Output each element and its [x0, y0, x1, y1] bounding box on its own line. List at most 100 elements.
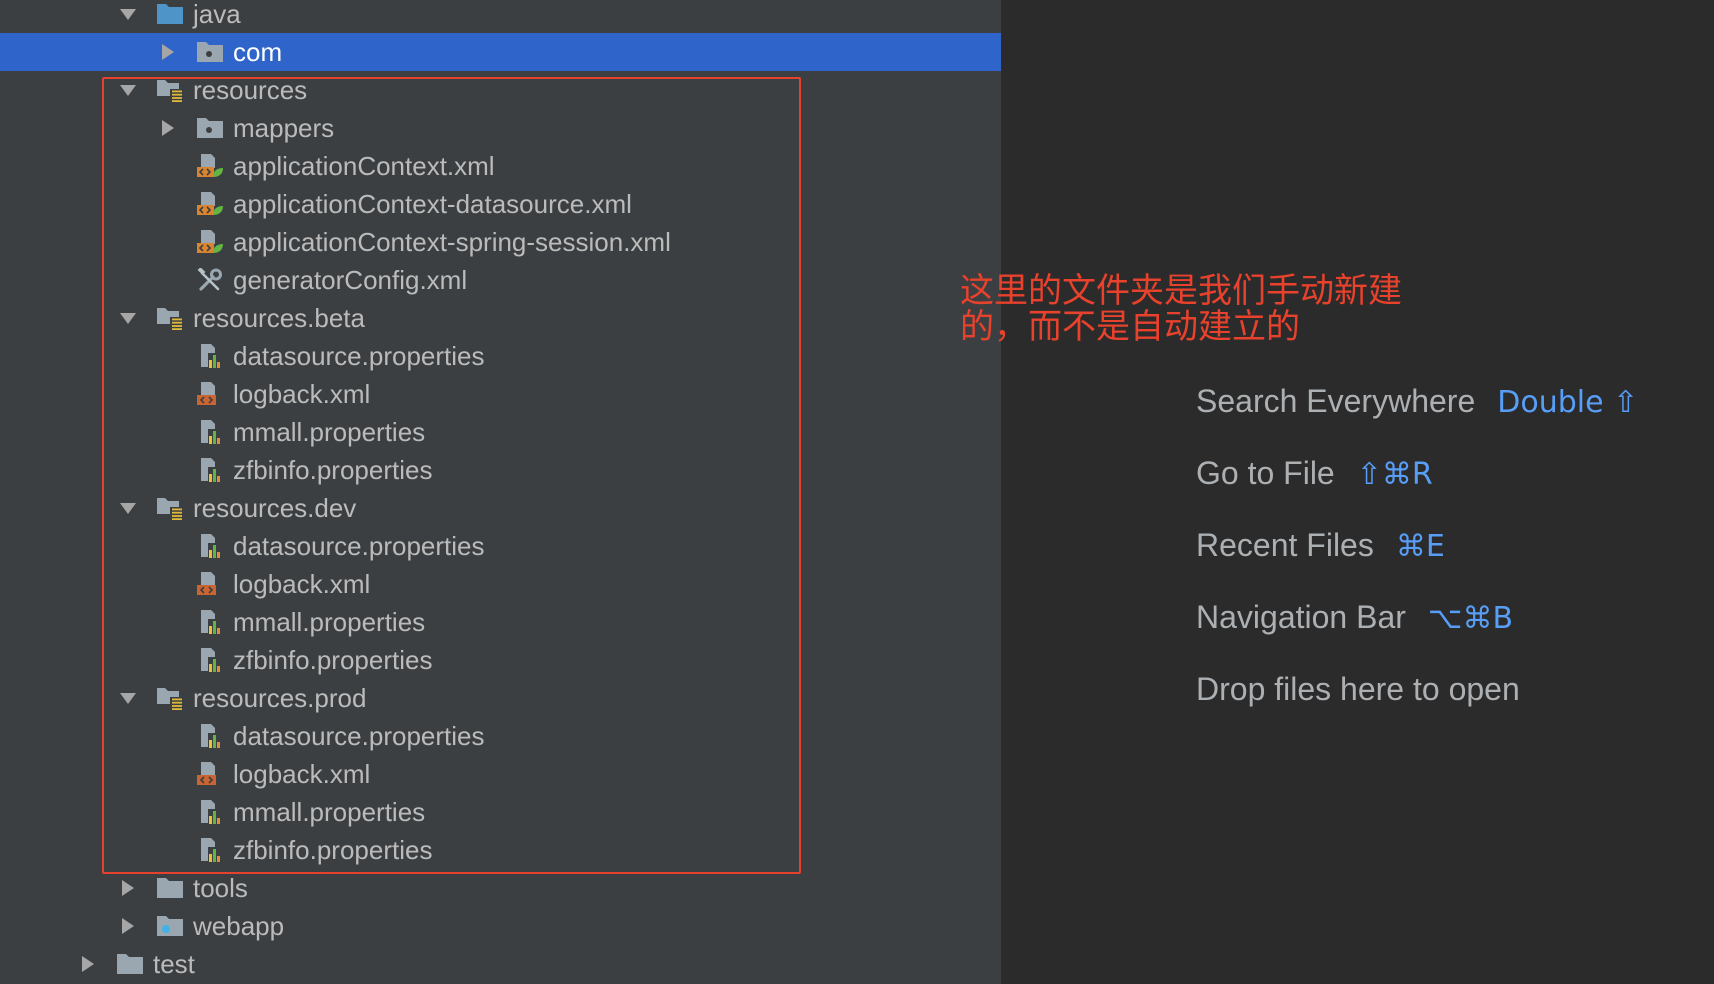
resource-folder-icon [156, 306, 184, 330]
triangle-right-icon[interactable] [118, 916, 138, 936]
tree-node-applicationcontext-spring-session-xml[interactable]: applicationContext-spring-session.xml [0, 223, 1001, 261]
tree-node-label: logback.xml [233, 379, 371, 409]
tree-node-zfbinfo-properties[interactable]: zfbinfo.properties [0, 641, 1001, 679]
annotation-note: 这里的文件夹是我们手动新建 的，而不是自动建立的 [960, 273, 1402, 345]
annotation-line-1: 这里的文件夹是我们手动新建 [960, 271, 1402, 311]
triangle-right-icon[interactable] [118, 878, 138, 898]
triangle-right-icon[interactable] [78, 954, 98, 974]
tree-node-logback-xml[interactable]: logback.xml [0, 565, 1001, 603]
tree-node-resources-beta[interactable]: resources.beta [0, 299, 1001, 337]
tree-node-generatorconfig-xml[interactable]: generatorConfig.xml [0, 261, 1001, 299]
spring-xml-icon [196, 192, 224, 216]
properties-icon [196, 724, 224, 748]
tree-node-tools[interactable]: tools [0, 869, 1001, 907]
hint-shortcut: Double ⇧ [1497, 385, 1639, 420]
hint-label: Drop files here to open [1196, 671, 1520, 707]
annotation-line-2: 的，而不是自动建立的 [960, 307, 1300, 347]
hint-shortcut: ⇧⌘R [1356, 457, 1433, 492]
tree-node-label: webapp [193, 911, 285, 941]
tree-node-logback-xml[interactable]: logback.xml [0, 375, 1001, 413]
tree-node-label: resources.beta [193, 303, 365, 333]
triangle-right-icon[interactable] [158, 118, 178, 138]
tree-node-resources[interactable]: resources [0, 71, 1001, 109]
resource-folder-icon [156, 496, 184, 520]
resource-folder-icon [156, 78, 184, 102]
hint-label: Go to File [1196, 455, 1335, 491]
tree-node-applicationcontext-xml[interactable]: applicationContext.xml [0, 147, 1001, 185]
hint-shortcut: ⌘E [1395, 529, 1445, 564]
tree-node-label: applicationContext-datasource.xml [233, 189, 632, 219]
tree-node-label: java [193, 0, 241, 29]
tree-node-label: logback.xml [233, 569, 371, 599]
tree-node-mappers[interactable]: mappers [0, 109, 1001, 147]
tree-node-mmall-properties[interactable]: mmall.properties [0, 793, 1001, 831]
tree-node-applicationcontext-datasource-xml[interactable]: applicationContext-datasource.xml [0, 185, 1001, 223]
triangle-down-icon[interactable] [118, 4, 138, 24]
xml-icon [196, 762, 224, 786]
package-folder-icon [196, 40, 224, 64]
tree-node-mmall-properties[interactable]: mmall.properties [0, 413, 1001, 451]
tree-node-label: zfbinfo.properties [233, 835, 433, 865]
tree-node-zfbinfo-properties[interactable]: zfbinfo.properties [0, 451, 1001, 489]
hint-shortcut: ⌥⌘B [1427, 601, 1514, 636]
properties-icon [196, 800, 224, 824]
tree-node-label: resources [193, 75, 308, 105]
tree-node-label: mmall.properties [233, 607, 426, 637]
triangle-down-icon[interactable] [118, 498, 138, 518]
spring-xml-icon [196, 154, 224, 178]
triangle-down-icon[interactable] [118, 688, 138, 708]
hint-recent-files: Recent Files ⌘E [1196, 527, 1638, 564]
tools-icon [196, 268, 224, 292]
properties-icon [196, 610, 224, 634]
tree-node-label: resources.prod [193, 683, 367, 713]
tree-node-label: mmall.properties [233, 797, 426, 827]
tree-node-zfbinfo-properties[interactable]: zfbinfo.properties [0, 831, 1001, 869]
tree-node-label: datasource.properties [233, 721, 485, 751]
xml-icon [196, 382, 224, 406]
hint-label: Search Everywhere [1196, 383, 1476, 419]
package-folder-icon [196, 116, 224, 140]
tree-node-label: applicationContext-spring-session.xml [233, 227, 671, 257]
tree-node-webapp[interactable]: webapp [0, 907, 1001, 945]
tree-node-mmall-properties[interactable]: mmall.properties [0, 603, 1001, 641]
project-tree-panel: java com resources mappers applicationCont… [0, 0, 1001, 984]
resource-folder-icon [156, 686, 184, 710]
triangle-down-icon[interactable] [118, 80, 138, 100]
hint-search-everywhere: Search Everywhere Double ⇧ [1196, 383, 1639, 420]
tree-node-label: zfbinfo.properties [233, 455, 433, 485]
triangle-right-icon[interactable] [158, 42, 178, 62]
tree-node-datasource-properties[interactable]: datasource.properties [0, 717, 1001, 755]
properties-icon [196, 420, 224, 444]
tree-node-com[interactable]: com [0, 33, 1001, 71]
hint-go-to-file: Go to File ⇧⌘R [1196, 455, 1638, 492]
properties-icon [196, 648, 224, 672]
hint-label: Navigation Bar [1196, 599, 1406, 635]
hint-drop-files: Drop files here to open [1196, 671, 1638, 707]
tree-node-resources-prod[interactable]: resources.prod [0, 679, 1001, 717]
tree-node-label: applicationContext.xml [233, 151, 495, 181]
web-folder-icon [156, 914, 184, 938]
tree-node-label: tools [193, 873, 248, 903]
tree-node-label: generatorConfig.xml [233, 265, 468, 295]
project-tree: java com resources mappers applicationCont… [0, 0, 1001, 983]
folder-icon [116, 952, 144, 976]
properties-icon [196, 838, 224, 862]
tree-node-logback-xml[interactable]: logback.xml [0, 755, 1001, 793]
tree-node-resources-dev[interactable]: resources.dev [0, 489, 1001, 527]
folder-icon [156, 876, 184, 900]
tree-node-label: datasource.properties [233, 531, 485, 561]
tree-node-datasource-properties[interactable]: datasource.properties [0, 527, 1001, 565]
tree-node-label: mappers [233, 113, 335, 143]
triangle-down-icon[interactable] [118, 308, 138, 328]
hint-navigation-bar: Navigation Bar ⌥⌘B [1196, 599, 1638, 636]
spring-xml-icon [196, 230, 224, 254]
tree-node-java[interactable]: java [0, 0, 1001, 33]
tree-node-label: com [233, 37, 283, 67]
hint-label: Recent Files [1196, 527, 1374, 563]
tree-node-label: resources.dev [193, 493, 357, 523]
tree-node-datasource-properties[interactable]: datasource.properties [0, 337, 1001, 375]
xml-icon [196, 572, 224, 596]
tree-node-label: mmall.properties [233, 417, 426, 447]
editor-hints: Search Everywhere Double ⇧ Go to File ⇧⌘R … [1196, 383, 1638, 743]
tree-node-test[interactable]: test [0, 945, 1001, 983]
